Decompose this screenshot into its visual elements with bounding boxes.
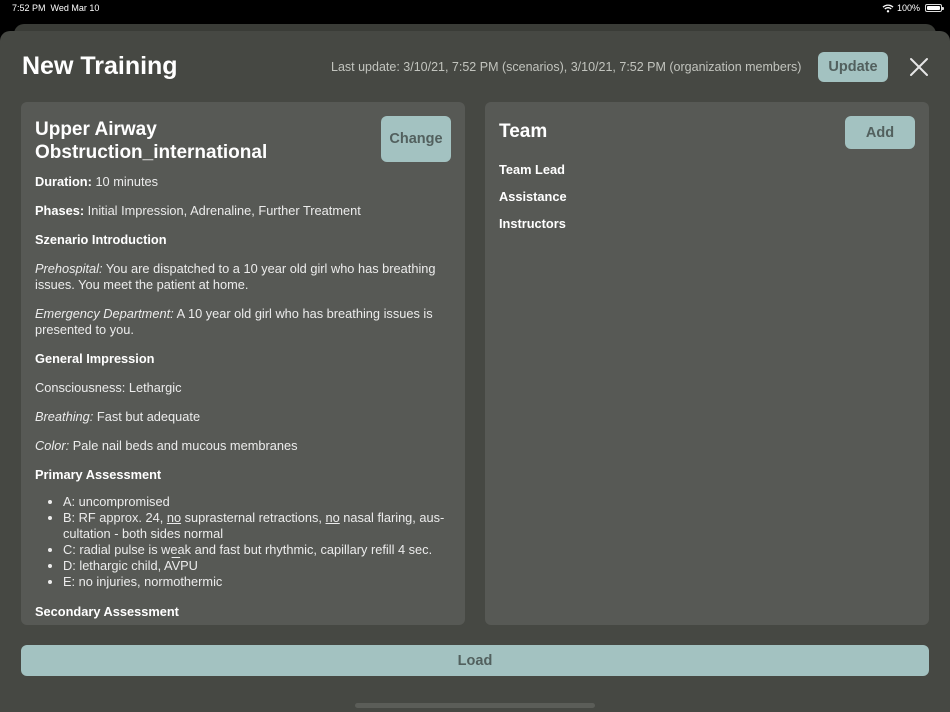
primary-assessment-heading: Primary Assessment	[35, 467, 162, 482]
new-training-sheet: New Training Last update: 3/10/21, 7:52 …	[0, 31, 950, 712]
prehospital-text: Prehospital: You are dispatched to a 10 …	[35, 261, 436, 292]
wifi-icon	[882, 3, 894, 12]
team-item-assistance[interactable]: Assistance	[499, 189, 567, 216]
list-item: B: RF approx. 24, no suprasternal retrac…	[63, 510, 453, 542]
duration-value: 10 minutes	[95, 174, 159, 189]
consciousness-text: Consciousness: Lethargic	[35, 380, 182, 395]
breathing-text: Breathing: Fast but adequate	[35, 409, 201, 424]
team-card: Team Add Team Lead Assistance Instructor…	[485, 102, 929, 625]
list-item: E: no injuries, normothermic	[63, 574, 453, 590]
general-impression-heading: General Impression	[35, 351, 155, 366]
close-icon	[910, 58, 928, 76]
scenario-card: Upper Airway Obstruction_international C…	[21, 102, 465, 625]
assessment-list: A: uncompromised B: RF approx. 24, no su…	[35, 494, 453, 590]
status-bar: 7:52 PM Wed Mar 10 100%	[0, 0, 950, 20]
phases-label: Phases:	[35, 203, 85, 218]
page-title: New Training	[22, 52, 178, 80]
phases-value: Initial Impression, Adrenaline, Further …	[87, 203, 361, 218]
battery-icon	[925, 4, 944, 12]
scenario-details[interactable]: Duration: 10 minutes Phases: Initial Imp…	[35, 174, 453, 625]
intro-heading: Szenario Introduction	[35, 232, 167, 247]
change-button[interactable]: Change	[381, 116, 451, 162]
duration-row: Duration: 10 minutes	[35, 174, 453, 190]
list-item: D: lethargic child, AVPU	[63, 558, 453, 574]
last-update-text: Last update: 3/10/21, 7:52 PM (scenarios…	[331, 60, 802, 74]
load-button[interactable]: Load	[21, 645, 929, 676]
close-button[interactable]	[906, 54, 932, 80]
status-right: 100%	[882, 3, 920, 13]
team-title: Team	[499, 121, 548, 142]
secondary-assessment-heading: Secondary Assessment	[35, 604, 179, 619]
update-button[interactable]: Update	[818, 52, 888, 82]
list-item: A: uncompromised	[63, 494, 453, 510]
emergency-department-text: Emergency Department: A 10 year old girl…	[35, 306, 433, 337]
duration-label: Duration:	[35, 174, 92, 189]
status-time-date: 7:52 PM Wed Mar 10	[12, 3, 100, 13]
color-text: Color: Pale nail beds and mucous membran…	[35, 438, 298, 453]
scenario-title: Upper Airway Obstruction_international	[35, 119, 268, 163]
team-item-instructors[interactable]: Instructors	[499, 216, 567, 243]
team-item-team-lead[interactable]: Team Lead	[499, 162, 567, 189]
home-indicator	[355, 703, 595, 708]
battery-percent: 100%	[896, 3, 920, 13]
team-list: Team Lead Assistance Instructors	[499, 162, 567, 243]
list-item: C: radial pulse is weak and fast but rhy…	[63, 542, 453, 558]
phases-row: Phases: Initial Impression, Adrenaline, …	[35, 203, 453, 219]
add-team-member-button[interactable]: Add	[845, 116, 915, 149]
